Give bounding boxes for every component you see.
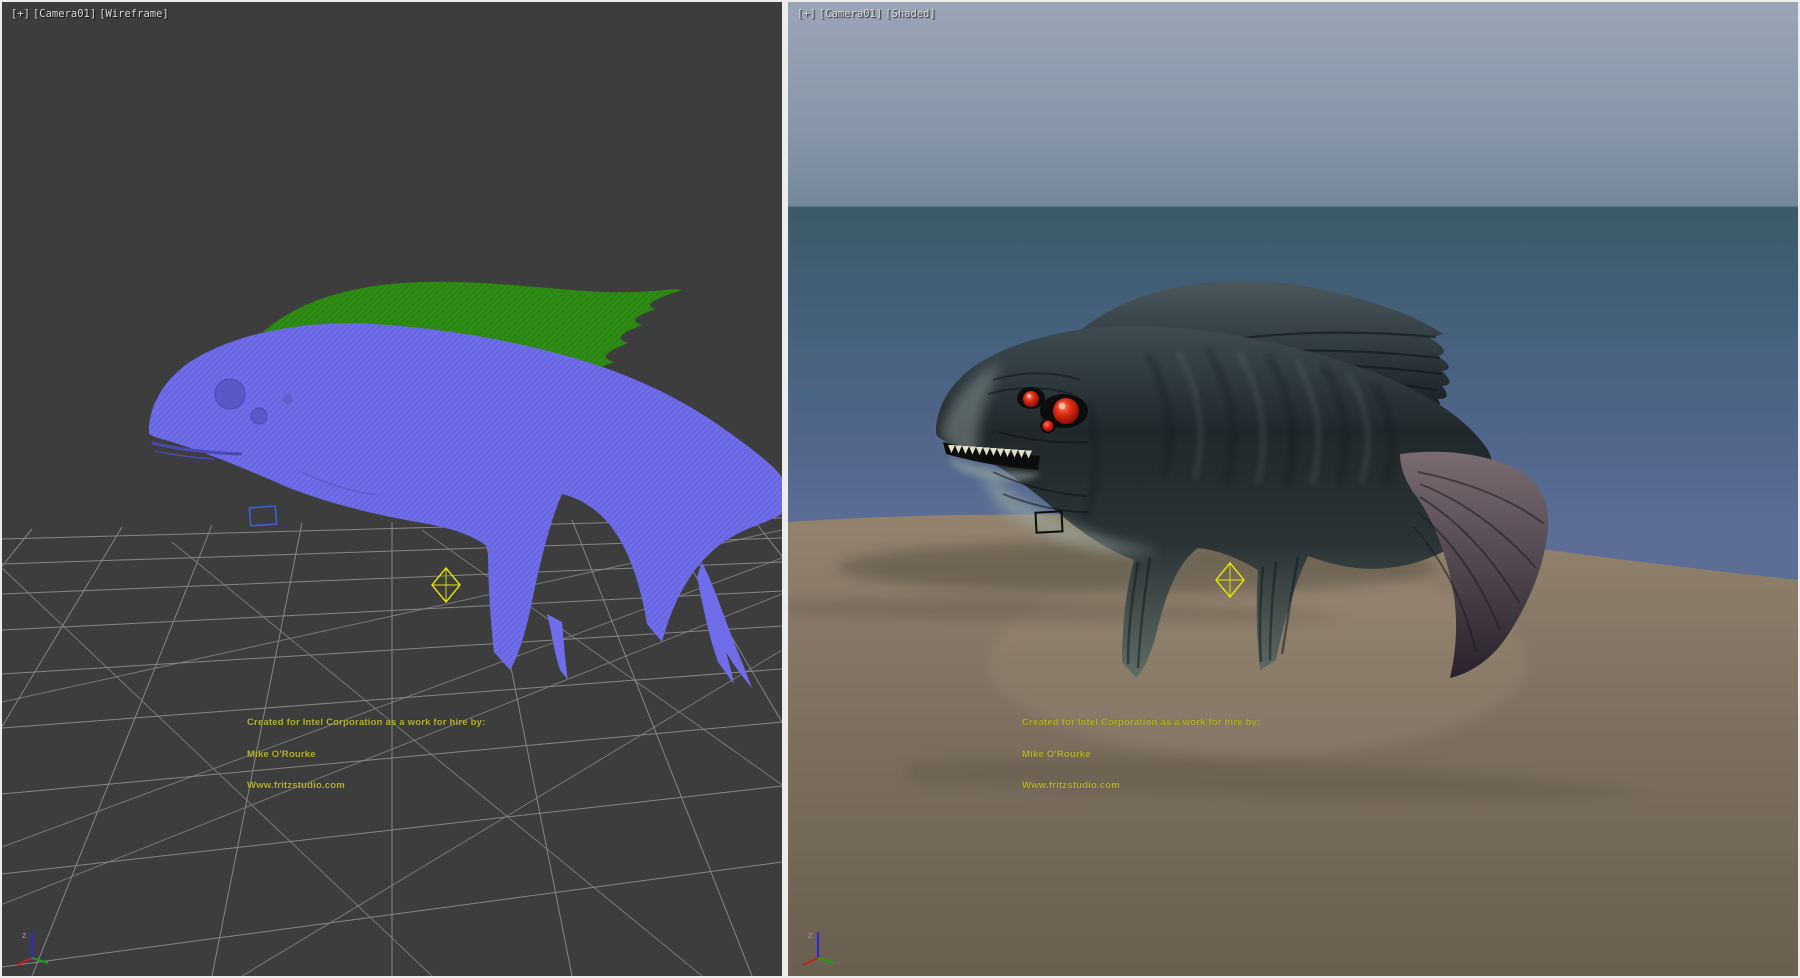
eye-highlight-2 bbox=[1027, 394, 1031, 398]
viewport-right[interactable]: [+] [Camera01] [Shaded] Created for Inte… bbox=[788, 2, 1798, 976]
eye-small bbox=[1043, 421, 1054, 432]
helper-box[interactable] bbox=[249, 506, 276, 526]
viewport-menu-camera[interactable]: [Camera01] bbox=[32, 8, 97, 20]
x-axis-line bbox=[17, 958, 32, 965]
world-axis-gizmo: z bbox=[14, 924, 60, 970]
viewport-menu-camera[interactable]: [Camera01] bbox=[818, 8, 883, 20]
z-axis-label: z bbox=[808, 930, 813, 940]
credit-line-3: Www.fritzstudio.com bbox=[1022, 781, 1260, 792]
eye-highlight bbox=[1059, 403, 1066, 410]
viewport-menu-expand[interactable]: [+] bbox=[10, 8, 31, 20]
helper-diamond-gizmo[interactable] bbox=[432, 568, 460, 602]
viewport-label: [+] [Camera01] [Shaded] bbox=[796, 8, 937, 20]
viewport-menu-shading[interactable]: [Shaded] bbox=[884, 8, 937, 20]
credit-line-2: Mike O'Rourke bbox=[247, 750, 485, 761]
credit-line-2: Mike O'Rourke bbox=[1022, 750, 1260, 761]
eye-large bbox=[1053, 398, 1079, 424]
fish-body-wire[interactable] bbox=[149, 323, 782, 688]
y-axis-line bbox=[818, 958, 834, 963]
eye-spot-large bbox=[215, 379, 245, 409]
scene-credit-text: Created for Intel Corporation as a work … bbox=[1022, 697, 1260, 813]
scene-credit-text: Created for Intel Corporation as a work … bbox=[247, 697, 485, 813]
credit-line-1: Created for Intel Corporation as a work … bbox=[1022, 718, 1260, 729]
z-axis-label: z bbox=[22, 930, 27, 940]
wireframe-scene[interactable] bbox=[2, 2, 782, 976]
viewport-label: [+] [Camera01] [Wireframe] bbox=[10, 8, 170, 20]
viewport-menu-shading[interactable]: [Wireframe] bbox=[98, 8, 170, 20]
fin-web[interactable] bbox=[547, 614, 568, 680]
viewport-split-view: [+] [Camera01] [Wireframe] Created for I… bbox=[0, 0, 1800, 978]
viewport-left[interactable]: [+] [Camera01] [Wireframe] Created for I… bbox=[2, 2, 782, 976]
credit-line-1: Created for Intel Corporation as a work … bbox=[247, 718, 485, 729]
eye-medium bbox=[1023, 391, 1039, 407]
viewport-menu-expand[interactable]: [+] bbox=[796, 8, 817, 20]
y-axis-line bbox=[32, 958, 48, 963]
eye-spot-faint bbox=[283, 394, 293, 404]
x-axis-line bbox=[803, 958, 818, 965]
shaded-scene[interactable] bbox=[788, 2, 1798, 976]
eye-spot-small bbox=[251, 408, 267, 424]
credit-line-3: Www.fritzstudio.com bbox=[247, 781, 485, 792]
world-axis-gizmo: z bbox=[800, 924, 846, 970]
